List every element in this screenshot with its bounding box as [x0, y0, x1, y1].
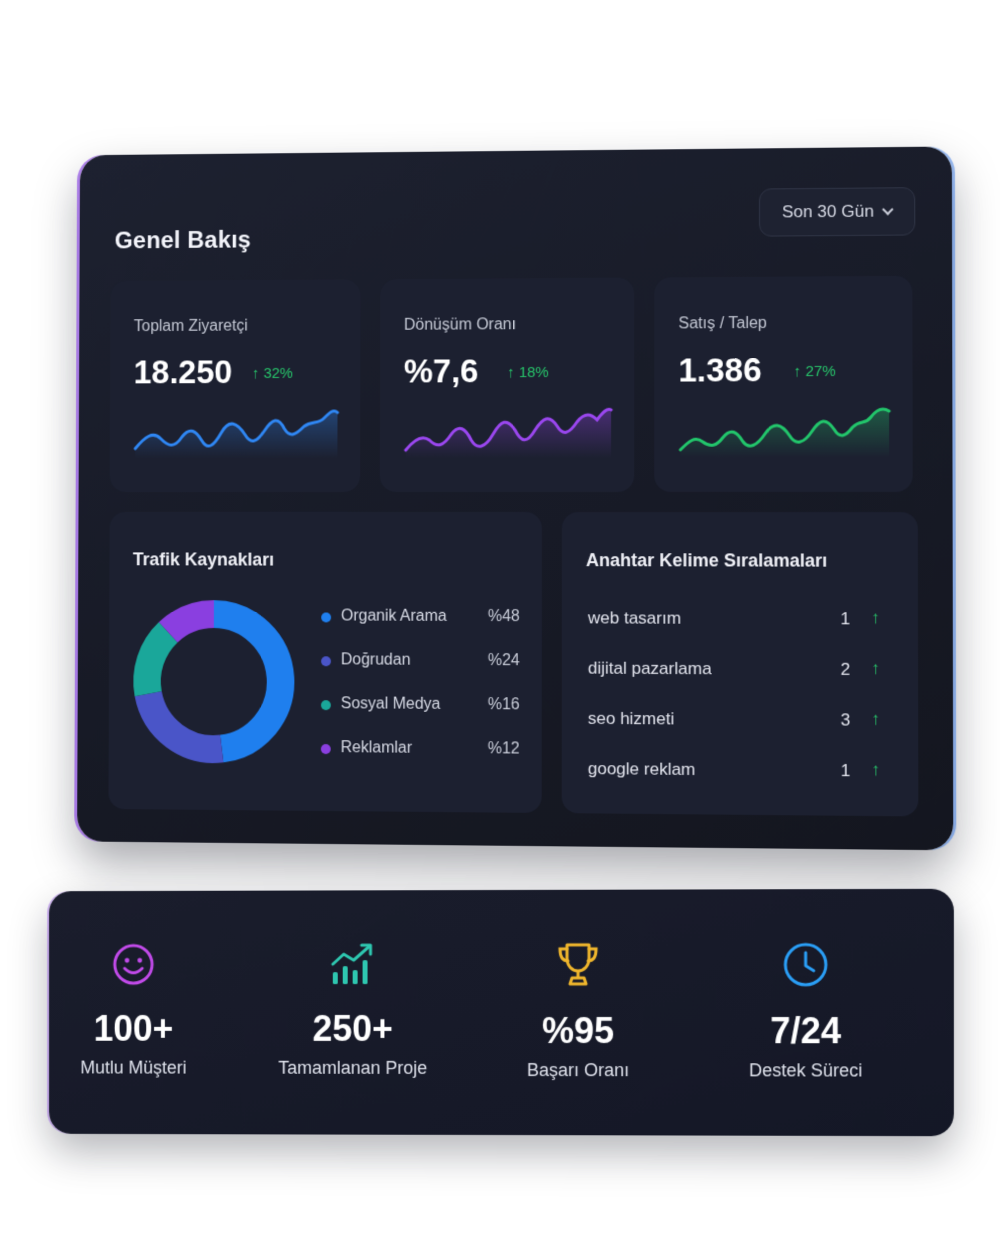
kpi-value: 18.250 — [134, 353, 233, 391]
kpi-label: Toplam Ziyaretçi — [134, 318, 248, 336]
date-range-dropdown[interactable]: Son 30 Gün — [759, 187, 915, 237]
keyword-row[interactable]: seo hizmeti 3 ↑ — [588, 709, 892, 762]
stat-caption: Mutlu Müşteri — [26, 1058, 242, 1079]
arrow-up-icon: ↑ — [871, 709, 880, 729]
keyword-text: dijital pazarlama — [588, 659, 712, 680]
keyword-row[interactable]: google reklam 1 ↑ — [588, 759, 892, 812]
page-title: Genel Bakış — [115, 227, 251, 256]
keyword-rankings-title: Anahtar Kelime Sıralamaları — [586, 550, 827, 572]
keyword-text: seo hizmeti — [588, 709, 675, 730]
sales-sparkline — [676, 399, 891, 458]
legend-item: Doğrudan %24 — [321, 651, 520, 696]
stat-completed-projects: 250+ Tamamlanan Proje — [244, 940, 462, 1079]
keyword-row[interactable]: web tasarım 1 ↑ — [588, 608, 892, 660]
kpi-delta: ↑ 18% — [507, 364, 549, 381]
stat-caption: Destek Süreci — [695, 1060, 918, 1081]
kpi-delta: ↑ 32% — [252, 365, 293, 382]
chevron-down-icon — [882, 204, 894, 215]
arrow-up-icon: ↑ — [871, 608, 880, 628]
traffic-sources-title: Trafik Kaynakları — [133, 549, 274, 570]
date-range-label: Son 30 Gün — [782, 202, 874, 223]
legend-dot — [321, 700, 331, 710]
keyword-list: web tasarım 1 ↑ dijital pazarlama 2 ↑ se… — [588, 608, 892, 812]
legend-value: %16 — [488, 696, 520, 714]
kpi-value: 1.386 — [678, 351, 761, 389]
donut-slice — [147, 632, 168, 694]
keyword-text: google reklam — [588, 759, 696, 780]
keyword-row[interactable]: dijital pazarlama 2 ↑ — [588, 659, 892, 711]
legend-item: Organik Arama %48 — [321, 607, 520, 652]
legend-label: Doğrudan — [341, 651, 411, 669]
legend-dot — [321, 656, 331, 666]
stat-caption: Başarı Oranı — [468, 1060, 688, 1081]
traffic-donut-chart — [130, 597, 297, 767]
overview-panel: Genel Bakış Son 30 Gün Toplam Ziyaretçi … — [77, 146, 953, 850]
stat-value: %95 — [468, 1010, 688, 1052]
kpi-delta: ↑ 27% — [794, 363, 836, 380]
stat-caption: Tamamlanan Proje — [244, 1058, 462, 1079]
kpi-card-visitors[interactable]: Toplam Ziyaretçi 18.250 ↑ 32% — [110, 279, 361, 492]
arrow-up-icon: ↑ — [871, 659, 880, 679]
keyword-rank: 1 — [841, 761, 851, 781]
stat-value: 250+ — [244, 1008, 462, 1050]
traffic-legend: Organik Arama %48 Doğrudan %24 Sosyal Me… — [321, 607, 520, 784]
keyword-rank: 1 — [840, 609, 850, 629]
keyword-rank: 2 — [841, 660, 851, 680]
keyword-text: web tasarım — [588, 608, 681, 628]
legend-item: Reklamlar %12 — [321, 739, 520, 785]
keyword-rankings-card: Anahtar Kelime Sıralamaları web tasarım … — [562, 512, 919, 816]
visitors-sparkline — [131, 401, 339, 459]
legend-value: %12 — [488, 740, 520, 758]
kpi-card-conversion[interactable]: Dönüşüm Oranı %7,6 ↑ 18% — [380, 278, 634, 492]
stat-value: 100+ — [26, 1008, 242, 1050]
donut-slice — [213, 614, 280, 749]
stat-value: 7/24 — [695, 1010, 918, 1052]
stats-strip: 100+ Mutlu Müşteri 250+ Tamamlanan Proje… — [49, 889, 954, 1136]
stat-happy-clients: 100+ Mutlu Müşteri — [26, 940, 242, 1078]
arrow-up-icon: ↑ — [871, 760, 880, 780]
legend-value: %48 — [488, 608, 520, 626]
legend-label: Organik Arama — [341, 608, 447, 626]
legend-label: Reklamlar — [341, 739, 412, 758]
growth-chart-icon — [328, 940, 378, 988]
kpi-label: Satış / Talep — [678, 315, 767, 334]
legend-dot — [321, 744, 331, 754]
kpi-value: %7,6 — [404, 352, 479, 390]
legend-label: Sosyal Medya — [341, 695, 441, 714]
donut-slice — [168, 614, 214, 632]
trophy-icon — [554, 940, 602, 990]
keyword-rank: 3 — [841, 710, 851, 730]
donut-slice — [148, 694, 222, 749]
stat-success-rate: %95 Başarı Oranı — [468, 940, 688, 1082]
conversion-sparkline — [402, 400, 613, 458]
stat-support-hours: 7/24 Destek Süreci — [695, 939, 918, 1081]
clock-icon — [780, 939, 831, 989]
legend-dot — [321, 612, 331, 622]
kpi-label: Dönüşüm Oranı — [404, 316, 516, 334]
smiley-icon — [110, 941, 157, 989]
kpi-card-sales[interactable]: Satış / Talep 1.386 ↑ 27% — [654, 276, 912, 492]
legend-value: %24 — [488, 652, 520, 670]
traffic-sources-card: Trafik Kaynakları Organik Arama %48 Doğr… — [108, 512, 542, 813]
legend-item: Sosyal Medya %16 — [321, 695, 520, 740]
